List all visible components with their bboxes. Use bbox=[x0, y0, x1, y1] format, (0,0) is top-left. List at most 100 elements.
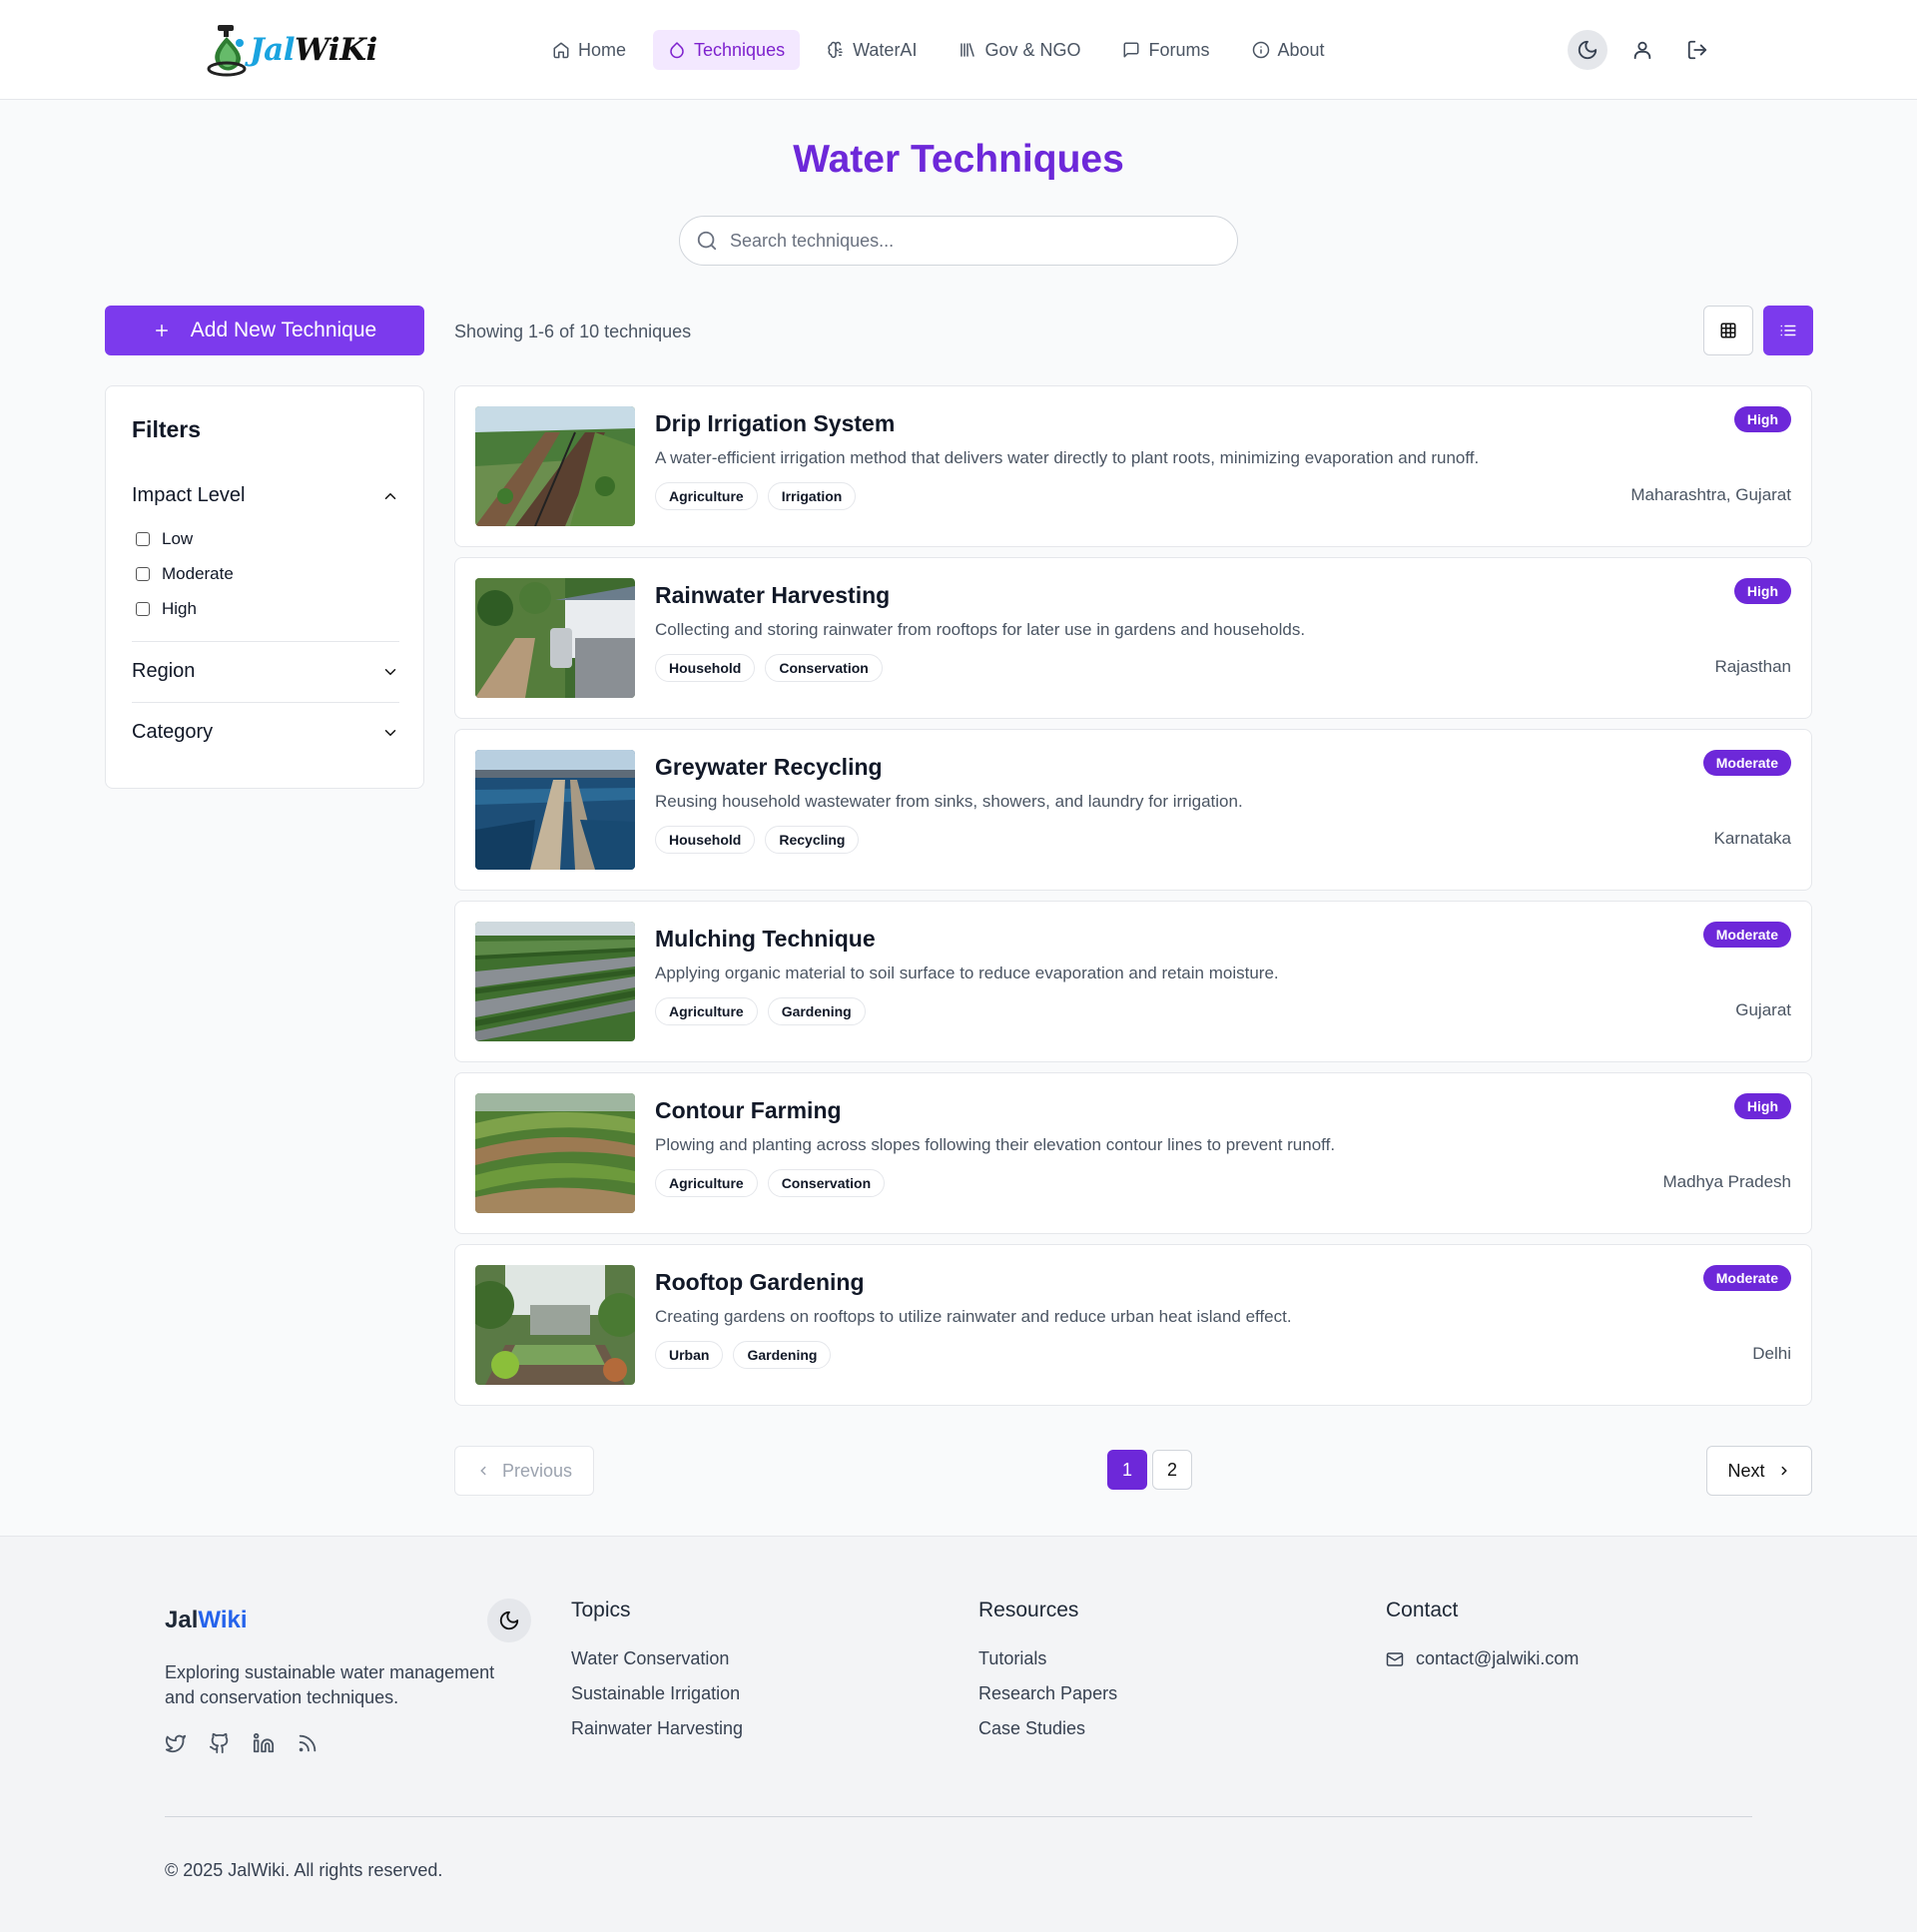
technique-description: Plowing and planting across slopes follo… bbox=[655, 1135, 1336, 1154]
technique-region: Maharashtra, Gujarat bbox=[1630, 485, 1791, 504]
technique-title[interactable]: Rooftop Gardening bbox=[655, 1269, 865, 1296]
region-toggle[interactable]: Region bbox=[132, 660, 399, 683]
nav-techniques[interactable]: Techniques bbox=[653, 30, 801, 70]
technique-title[interactable]: Contour Farming bbox=[655, 1097, 842, 1124]
footer-theme-toggle[interactable] bbox=[487, 1599, 531, 1642]
linkedin-icon[interactable] bbox=[253, 1732, 275, 1754]
tag[interactable]: Conservation bbox=[765, 654, 883, 682]
chevron-left-icon bbox=[476, 1464, 490, 1478]
tag[interactable]: Recycling bbox=[765, 826, 860, 854]
technique-card[interactable]: Rooftop Gardening Creating gardens on ro… bbox=[454, 1244, 1812, 1406]
tag[interactable]: Household bbox=[655, 654, 756, 682]
technique-title[interactable]: Greywater Recycling bbox=[655, 754, 883, 781]
theme-toggle-button[interactable] bbox=[1568, 30, 1607, 70]
technique-region: Delhi bbox=[1752, 1344, 1791, 1363]
plus-icon bbox=[153, 322, 171, 339]
social-links bbox=[165, 1732, 319, 1754]
checkbox[interactable] bbox=[136, 532, 150, 546]
logout-button[interactable] bbox=[1677, 30, 1717, 70]
footer: JalWiki Exploring sustainable water mana… bbox=[0, 1536, 1917, 1932]
twitter-icon[interactable] bbox=[165, 1732, 187, 1754]
profile-button[interactable] bbox=[1622, 30, 1662, 70]
logo[interactable]: JalWiKi bbox=[206, 22, 377, 78]
footer-link[interactable]: Rainwater Harvesting bbox=[571, 1718, 743, 1739]
impact-badge: High bbox=[1733, 1093, 1791, 1119]
technique-image bbox=[475, 406, 635, 526]
filter-moderate[interactable]: Moderate bbox=[136, 564, 234, 584]
technique-title[interactable]: Mulching Technique bbox=[655, 926, 876, 953]
filter-moderate-label: Moderate bbox=[162, 564, 234, 583]
tag-list: Urban Gardening bbox=[655, 1341, 832, 1369]
brain-icon bbox=[827, 41, 845, 59]
technique-region: Karnataka bbox=[1713, 829, 1792, 848]
topics-heading: Topics bbox=[571, 1599, 631, 1621]
technique-card[interactable]: Contour Farming Plowing and planting acr… bbox=[454, 1072, 1812, 1234]
copyright: © 2025 JalWiki. All rights reserved. bbox=[165, 1860, 443, 1880]
technique-title[interactable]: Rainwater Harvesting bbox=[655, 582, 890, 609]
impact-badge: Moderate bbox=[1702, 922, 1791, 948]
logo-text: JalWiKi bbox=[250, 32, 377, 68]
tag[interactable]: Household bbox=[655, 826, 756, 854]
search-input[interactable] bbox=[730, 230, 1209, 252]
nav-gov-ngo[interactable]: Gov & NGO bbox=[944, 30, 1095, 70]
footer-brand: JalWiki bbox=[165, 1607, 248, 1633]
checkbox[interactable] bbox=[136, 567, 150, 581]
next-label: Next bbox=[1727, 1460, 1765, 1481]
rss-icon[interactable] bbox=[297, 1732, 319, 1754]
nav-waterai[interactable]: WaterAI bbox=[812, 30, 932, 70]
grid-view-button[interactable] bbox=[1703, 306, 1753, 355]
checkbox[interactable] bbox=[136, 602, 150, 616]
category-toggle[interactable]: Category bbox=[132, 721, 399, 744]
footer-link[interactable]: Research Papers bbox=[978, 1683, 1117, 1704]
search-bar[interactable] bbox=[679, 216, 1238, 266]
add-technique-label: Add New Technique bbox=[190, 319, 377, 341]
technique-card[interactable]: Mulching Technique Applying organic mate… bbox=[454, 901, 1812, 1062]
search-icon bbox=[696, 230, 718, 252]
droplet-icon bbox=[668, 41, 686, 59]
tag[interactable]: Urban bbox=[655, 1341, 724, 1369]
tag[interactable]: Gardening bbox=[733, 1341, 832, 1369]
nav-home[interactable]: Home bbox=[537, 30, 641, 70]
github-icon[interactable] bbox=[209, 1732, 231, 1754]
footer-link[interactable]: Water Conservation bbox=[571, 1648, 729, 1669]
impact-badge: Moderate bbox=[1702, 750, 1791, 776]
tag[interactable]: Agriculture bbox=[655, 1169, 758, 1197]
filter-low[interactable]: Low bbox=[136, 529, 193, 549]
technique-description: Collecting and storing rainwater from ro… bbox=[655, 620, 1306, 639]
chevron-up-icon bbox=[381, 487, 399, 505]
page-title: Water Techniques bbox=[793, 138, 1124, 181]
footer-link[interactable]: Sustainable Irrigation bbox=[571, 1683, 740, 1704]
filter-high-label: High bbox=[162, 599, 197, 618]
list-view-button[interactable] bbox=[1763, 306, 1813, 355]
impact-level-toggle[interactable]: Impact Level bbox=[132, 484, 399, 507]
add-technique-button[interactable]: Add New Technique bbox=[105, 306, 424, 355]
footer-link[interactable]: Tutorials bbox=[978, 1648, 1046, 1669]
next-page-button[interactable]: Next bbox=[1706, 1446, 1812, 1496]
technique-card[interactable]: Drip Irrigation System A water-efficient… bbox=[454, 385, 1812, 547]
region-label: Region bbox=[132, 660, 196, 682]
tag[interactable]: Agriculture bbox=[655, 482, 758, 510]
footer-link[interactable]: Case Studies bbox=[978, 1718, 1085, 1739]
page-2-button[interactable]: 2 bbox=[1152, 1450, 1192, 1490]
technique-card[interactable]: Rainwater Harvesting Collecting and stor… bbox=[454, 557, 1812, 719]
tag[interactable]: Conservation bbox=[767, 1169, 886, 1197]
filter-low-label: Low bbox=[162, 529, 194, 548]
page-1-button[interactable]: 1 bbox=[1107, 1450, 1147, 1490]
technique-title[interactable]: Drip Irrigation System bbox=[655, 410, 895, 437]
nav-forums[interactable]: Forums bbox=[1107, 30, 1224, 70]
tag[interactable]: Gardening bbox=[767, 997, 866, 1025]
technique-card[interactable]: Greywater Recycling Reusing household wa… bbox=[454, 729, 1812, 891]
technique-description: Creating gardens on rooftops to utilize … bbox=[655, 1307, 1292, 1326]
divider bbox=[132, 641, 399, 642]
list-icon bbox=[1779, 322, 1797, 339]
tag[interactable]: Irrigation bbox=[767, 482, 857, 510]
impact-badge: Moderate bbox=[1702, 1265, 1791, 1291]
technique-region: Gujarat bbox=[1735, 1000, 1791, 1019]
moon-icon bbox=[498, 1610, 520, 1631]
technique-description: A water-efficient irrigation method that… bbox=[655, 448, 1480, 467]
tag[interactable]: Agriculture bbox=[655, 997, 758, 1025]
contact-email-link[interactable]: contact@jalwiki.com bbox=[1386, 1648, 1579, 1669]
filter-high[interactable]: High bbox=[136, 599, 197, 619]
nav-about[interactable]: About bbox=[1237, 30, 1340, 70]
previous-page-button[interactable]: Previous bbox=[454, 1446, 594, 1496]
